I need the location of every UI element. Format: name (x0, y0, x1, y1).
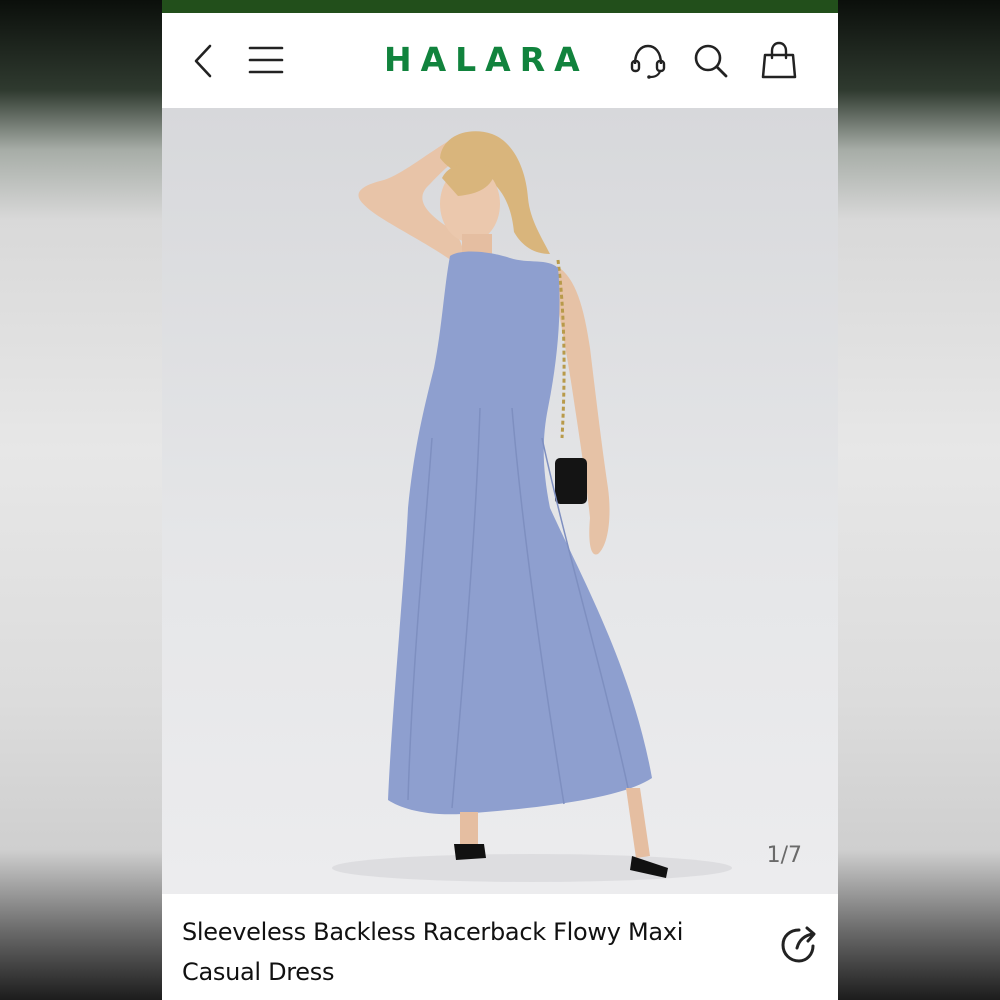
top-navigation-bar: HALARA (162, 13, 838, 108)
customer-service-headset-icon[interactable] (629, 42, 667, 80)
menu-icon[interactable] (248, 45, 284, 75)
product-image-gallery[interactable]: 1/7 (162, 108, 838, 894)
product-photo (332, 131, 732, 882)
image-counter: 1/7 (766, 843, 802, 868)
search-icon[interactable] (692, 42, 730, 80)
top-color-strip (162, 0, 838, 13)
product-title: Sleeveless Backless Racerback Flowy Maxi… (182, 918, 684, 986)
product-info-section: Sleeveless Backless Racerback Flowy Maxi… (162, 894, 838, 1000)
app-screen: HALARA 1/7 Sleeveless Backless Racerback… (162, 0, 838, 1000)
share-icon[interactable] (777, 922, 821, 966)
back-arrow-icon[interactable] (188, 43, 218, 79)
shopping-bag-icon[interactable] (760, 41, 798, 81)
halara-logo[interactable]: HALARA (384, 40, 589, 80)
